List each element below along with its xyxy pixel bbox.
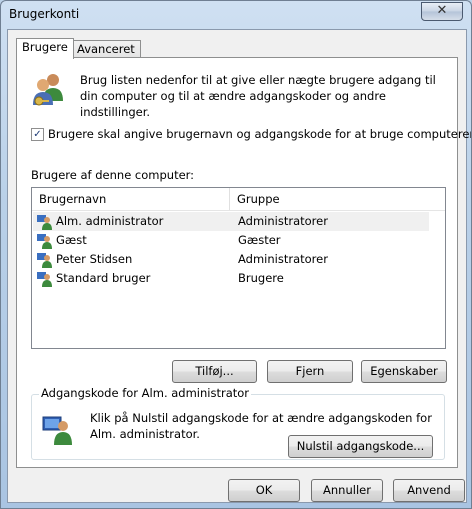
user-icon xyxy=(37,271,53,290)
user-group: Administratorer xyxy=(238,252,328,266)
users-icon xyxy=(31,71,67,110)
user-group: Administratorer xyxy=(238,214,328,228)
column-header-username[interactable]: Brugernavn xyxy=(39,192,106,206)
tab-advanced[interactable]: Avanceret xyxy=(71,40,141,58)
properties-button[interactable]: Egenskaber xyxy=(361,360,447,383)
password-groupbox: Adgangskode for Alm. administrator Klik … xyxy=(31,386,445,460)
users-tab-panel: Brug listen nedenfor til at give eller n… xyxy=(16,57,471,468)
user-name: Alm. administrator xyxy=(56,214,164,228)
users-list-label: Brugere af denne computer: xyxy=(31,168,195,182)
column-divider[interactable] xyxy=(229,188,230,210)
reset-password-button[interactable]: Nulstil adgangskode... xyxy=(288,435,433,458)
user-row[interactable]: Alm. administrator Administratorer xyxy=(33,212,429,231)
close-icon: ✕ xyxy=(436,3,448,18)
user-accounts-window: Brugerkonti ✕ Brugere Avanceret Brug lis… xyxy=(0,0,472,509)
user-row[interactable]: Gæst Gæster xyxy=(33,231,429,250)
user-group: Gæster xyxy=(238,233,281,247)
user-row[interactable]: Peter Stidsen Administratorer xyxy=(33,250,429,269)
user-group: Brugere xyxy=(238,271,284,285)
user-name: Standard bruger xyxy=(56,271,151,285)
users-list[interactable]: Brugernavn Gruppe Alm. administrator Adm… xyxy=(31,187,446,349)
require-login-row[interactable]: ✓ Brugere skal angive brugernavn og adga… xyxy=(31,127,471,141)
require-login-checkbox[interactable]: ✓ xyxy=(31,127,44,141)
close-button[interactable]: ✕ xyxy=(421,2,463,21)
require-login-label[interactable]: Brugere skal angive brugernavn og adgang… xyxy=(48,127,471,141)
tab-users[interactable]: Brugere xyxy=(16,38,74,59)
list-header: Brugernavn Gruppe xyxy=(32,188,445,211)
window-title: Brugerkonti xyxy=(9,7,80,21)
add-user-button[interactable]: Tilføj... xyxy=(172,360,257,383)
remove-user-button[interactable]: Fjern xyxy=(267,360,353,383)
apply-button[interactable]: Anvend xyxy=(393,479,465,502)
cancel-button[interactable]: Annuller xyxy=(311,479,383,502)
ok-button[interactable]: OK xyxy=(228,479,300,502)
column-header-group[interactable]: Gruppe xyxy=(237,192,280,206)
dialog-client-area: Brugere Avanceret Brug listen nedenfor t… xyxy=(7,29,471,503)
user-name: Peter Stidsen xyxy=(56,252,133,266)
user-row[interactable]: Standard bruger Brugere xyxy=(33,269,429,288)
user-name: Gæst xyxy=(56,233,87,247)
intro-text: Brug listen nedenfor til at give eller n… xyxy=(80,73,436,119)
password-groupbox-title: Adgangskode for Alm. administrator xyxy=(39,386,252,400)
computer-user-icon xyxy=(42,413,74,448)
